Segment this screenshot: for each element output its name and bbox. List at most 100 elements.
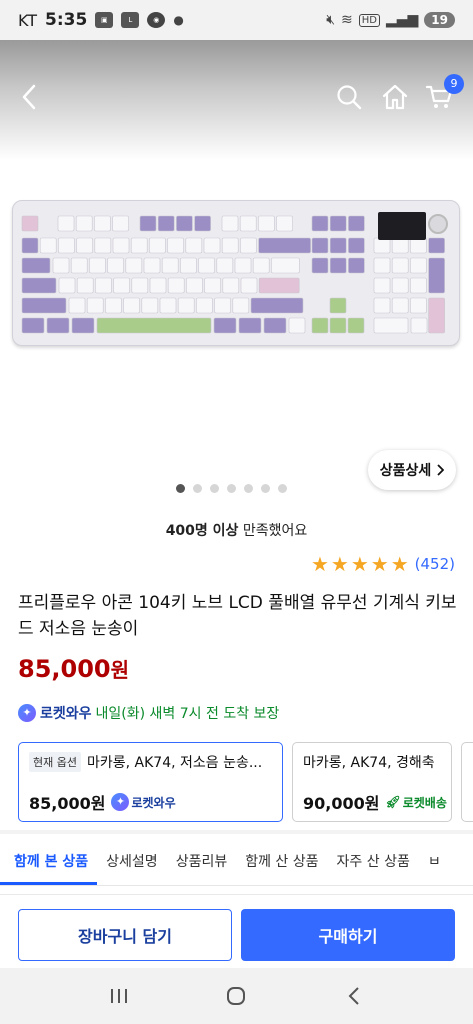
keycap	[240, 237, 257, 254]
keycap	[216, 257, 234, 274]
keycap	[89, 257, 106, 274]
keycap	[76, 237, 93, 254]
keycap	[348, 237, 365, 254]
section-tab[interactable]: 자주 산 상품	[328, 838, 419, 885]
price-unit: 원	[110, 658, 130, 682]
add-to-cart-button[interactable]: 장바구니 담기	[18, 909, 232, 961]
keycap	[68, 297, 86, 314]
back-button[interactable]	[14, 82, 44, 112]
keycap	[329, 297, 347, 314]
keycap	[311, 257, 329, 274]
signal-icon: ▂▄▆	[385, 12, 419, 28]
product-title: 프리플로우 아콘 104키 노브 LCD 풀배열 유무선 기계식 키보드 저소음…	[18, 593, 457, 639]
keycap	[185, 237, 203, 254]
keycap	[258, 215, 275, 232]
pagination-dot[interactable]	[210, 484, 219, 493]
option-label: 마카롱, AK74, 저소음 눈송...	[86, 755, 263, 771]
keycap	[373, 297, 391, 314]
chevron-right-icon	[437, 464, 445, 476]
section-tab[interactable]: 상품리뷰	[167, 838, 237, 885]
keycap	[21, 237, 39, 254]
pagination-dot[interactable]	[227, 484, 236, 493]
back-nav-button[interactable]	[339, 981, 369, 1011]
keycap	[131, 277, 149, 294]
unknown-app-icon: ▣	[95, 12, 114, 28]
keycap	[240, 277, 258, 294]
star-icon: ★	[310, 552, 329, 576]
search-icon	[337, 85, 362, 110]
section-tab[interactable]: 함께 본 상품	[0, 838, 98, 885]
home-nav-button[interactable]	[221, 981, 251, 1011]
option-badge: ✦ 로켓와우	[111, 793, 176, 811]
option-card[interactable]: ㄷ 7	[461, 742, 473, 822]
keycap	[58, 277, 76, 294]
keycap	[46, 317, 70, 334]
keycap	[96, 317, 212, 334]
option-price: 85,000원	[29, 794, 106, 813]
section-tab[interactable]: ㅂ	[419, 838, 450, 885]
pagination-dot[interactable]	[176, 484, 185, 493]
option-card[interactable]: 현재 옵션 마카롱, AK74, 저소음 눈송... 85,000원 ✦ 로켓와우	[18, 742, 283, 822]
keycap	[373, 257, 391, 274]
option-card[interactable]: 마카롱, AK74, 경해축 90,000원 🚀︎ 로켓배송	[292, 742, 452, 822]
top-header: 9	[0, 40, 473, 160]
pagination-dot[interactable]	[278, 484, 287, 493]
status-left: KT 5:35 ▣ L ◉ ●	[18, 10, 184, 30]
status-bar: KT 5:35 ▣ L ◉ ● 🔇︎ ≋ HD ▂▄▆ 19	[0, 0, 473, 40]
home-button[interactable]	[380, 82, 410, 112]
keycap	[176, 215, 193, 232]
image-pagination	[176, 484, 287, 493]
keycap	[149, 237, 166, 254]
keycap	[204, 277, 221, 294]
keycap	[58, 237, 75, 254]
keycap	[167, 237, 184, 254]
current-option-tag: 현재 옵션	[29, 752, 81, 772]
keycap	[194, 215, 211, 232]
keycap	[75, 215, 93, 232]
recent-apps-button[interactable]	[104, 981, 134, 1011]
star-icon: ★	[370, 552, 389, 576]
keycap	[410, 277, 427, 294]
back-arrow-icon	[22, 84, 36, 110]
keycap	[221, 237, 239, 254]
keycap	[410, 237, 427, 254]
cart-button[interactable]: 9	[424, 74, 464, 112]
pagination-dot[interactable]	[244, 484, 253, 493]
review-count[interactable]: (452)	[415, 555, 455, 573]
star-icon: ★	[390, 552, 409, 576]
back-chevron-icon	[348, 987, 359, 1005]
keycap	[21, 257, 51, 274]
product-detail-button[interactable]: 상품상세	[368, 450, 456, 490]
rocket-wow-label: 로켓와우	[40, 706, 92, 722]
section-tab[interactable]: 함께 산 상품	[236, 838, 327, 885]
section-tab[interactable]: 상세설명	[97, 838, 167, 885]
keycap	[198, 257, 215, 274]
option-label: 마카롱, AK74, 경해축	[303, 755, 435, 771]
pagination-dot[interactable]	[261, 484, 270, 493]
keycap	[21, 317, 45, 334]
keycap	[391, 257, 409, 274]
option-list: 현재 옵션 마카롱, AK74, 저소음 눈송... 85,000원 ✦ 로켓와우…	[18, 742, 473, 822]
keycap	[311, 237, 329, 254]
keycap	[391, 277, 409, 294]
keycap	[149, 277, 167, 294]
keycap	[288, 317, 306, 334]
keycap	[234, 257, 252, 274]
keycap	[39, 237, 57, 254]
star-icon: ★	[350, 552, 369, 576]
section-tabs: 함께 본 상품 상세설명 상품리뷰 함께 산 상품 자주 산 상품 ㅂ	[0, 838, 473, 886]
product-image[interactable]	[12, 200, 460, 346]
delivery-info: ✦ 로켓와우 내일(화) 새벽 7시 전 도착 보장	[18, 703, 279, 723]
price-value: 85,000	[18, 655, 111, 683]
keycap	[105, 297, 122, 314]
recent-apps-icon	[110, 989, 127, 1003]
keycap	[95, 277, 112, 294]
pagination-dot[interactable]	[193, 484, 202, 493]
keycap	[86, 297, 104, 314]
keycap	[107, 257, 124, 274]
rating[interactable]: ★ ★ ★ ★ ★ (452)	[311, 554, 455, 574]
keycap	[141, 297, 159, 314]
system-nav-bar	[0, 968, 473, 1024]
search-button[interactable]	[334, 82, 364, 112]
buy-now-button[interactable]: 구매하기	[241, 909, 455, 961]
